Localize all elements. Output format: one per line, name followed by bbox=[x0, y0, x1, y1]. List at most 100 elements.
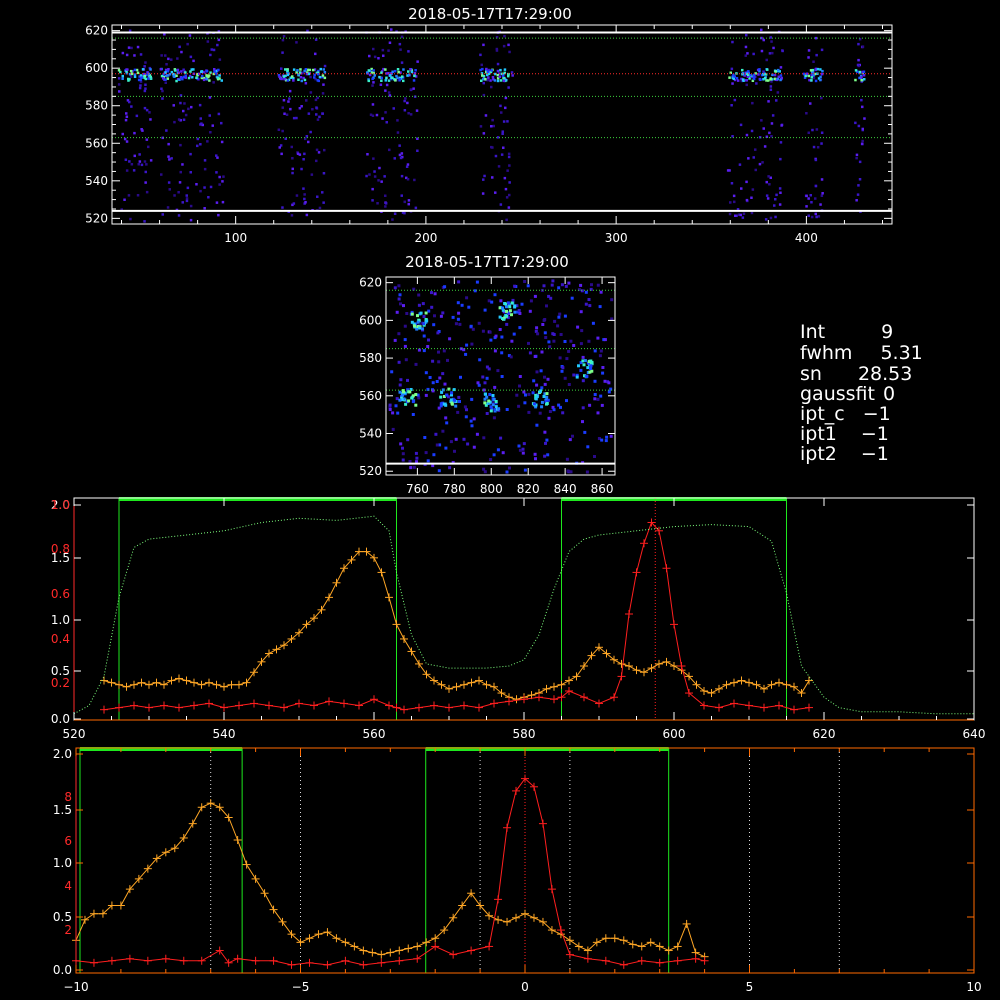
heat-pixel-hot bbox=[585, 374, 589, 378]
heat-pixel bbox=[739, 123, 743, 127]
heat-pixel bbox=[740, 187, 743, 190]
heat-pixel bbox=[401, 458, 405, 462]
heat-pixel-hot bbox=[220, 79, 223, 82]
heat-pixel bbox=[145, 190, 149, 194]
heat-pixel bbox=[511, 298, 515, 302]
heat-pixel bbox=[460, 303, 464, 307]
heat-pixel-hot bbox=[483, 392, 487, 396]
heat-pixel bbox=[118, 90, 121, 93]
heat-pixel bbox=[501, 132, 504, 135]
heat-pixel bbox=[767, 100, 770, 103]
heat-pixel bbox=[318, 115, 321, 119]
heat-pixel-hot bbox=[419, 311, 423, 315]
heat-pixel bbox=[484, 114, 488, 117]
heat-pixel bbox=[812, 145, 816, 149]
heat-pixel bbox=[521, 447, 525, 451]
heat-pixel bbox=[281, 51, 284, 54]
heat-pixel bbox=[398, 42, 402, 46]
heat-pixel bbox=[143, 106, 147, 110]
heat-pixel bbox=[809, 194, 812, 197]
heat-pixel bbox=[745, 33, 748, 37]
heat-pixel-hot bbox=[411, 400, 415, 404]
heat-pixel-hot bbox=[735, 77, 739, 80]
heat-pixel bbox=[322, 172, 326, 175]
heat-pixel-hot bbox=[454, 404, 458, 408]
heat-pixel bbox=[210, 48, 213, 51]
heat-pixel-hot bbox=[373, 74, 376, 77]
heat-pixel-hot bbox=[141, 68, 145, 71]
y-tick-label: 600 bbox=[359, 313, 382, 327]
heat-pixel bbox=[482, 436, 486, 440]
heat-pixel bbox=[426, 345, 430, 348]
heat-pixel bbox=[458, 322, 462, 326]
heat-pixel bbox=[422, 349, 426, 353]
heat-pixel bbox=[217, 213, 220, 217]
heat-pixel-hot bbox=[575, 375, 579, 379]
y-tick-label: 620 bbox=[359, 276, 382, 290]
heat-pixel bbox=[508, 181, 511, 184]
heat-pixel bbox=[416, 60, 419, 63]
heat-pixel bbox=[417, 396, 421, 400]
info-ipt-c: ipt_c −1 bbox=[800, 403, 891, 425]
heat-pixel bbox=[453, 449, 456, 453]
heat-pixel bbox=[437, 469, 441, 473]
heat-pixel bbox=[775, 193, 778, 197]
heat-pixel-hot bbox=[819, 68, 822, 71]
heat-pixel bbox=[390, 28, 393, 31]
heat-pixel-hot bbox=[862, 70, 866, 73]
heat-pixel bbox=[406, 178, 410, 181]
heat-pixel bbox=[778, 187, 782, 190]
heat-pixel bbox=[167, 57, 170, 61]
heat-pixel bbox=[218, 58, 222, 61]
heat-pixel bbox=[372, 47, 375, 51]
heat-pixel-hot bbox=[172, 74, 175, 78]
heat-pixel bbox=[321, 112, 324, 115]
heat-pixel bbox=[315, 113, 318, 116]
heat-pixel-hot bbox=[489, 79, 492, 82]
heat-pixel bbox=[208, 96, 212, 99]
heat-pixel bbox=[280, 152, 283, 156]
heat-pixel bbox=[173, 194, 176, 197]
heat-pixel bbox=[302, 158, 305, 161]
heat-pixel bbox=[762, 38, 765, 42]
heat-pixel bbox=[520, 302, 524, 306]
heat-pixel bbox=[189, 204, 193, 208]
heat-pixel-hot bbox=[816, 67, 820, 71]
heat-pixel bbox=[483, 308, 487, 312]
y-tick-label: 600 bbox=[85, 61, 108, 75]
heat-pixel bbox=[861, 45, 865, 48]
heat-pixel bbox=[316, 195, 319, 198]
heat-pixel-hot bbox=[139, 74, 143, 77]
heat-pixel bbox=[505, 408, 509, 411]
heat-pixel bbox=[821, 192, 824, 195]
heat-pixel bbox=[532, 379, 536, 383]
heat-pixel bbox=[459, 375, 462, 379]
y-tick-label: 560 bbox=[85, 136, 108, 150]
heat-pixel bbox=[857, 42, 860, 46]
heat-pixel bbox=[548, 410, 552, 413]
heat-pixel bbox=[281, 38, 285, 42]
heat-pixel bbox=[560, 369, 564, 373]
heat-pixel bbox=[815, 128, 819, 131]
heat-pixel bbox=[819, 203, 822, 206]
heat-pixel bbox=[814, 36, 818, 40]
heat-pixel bbox=[522, 390, 526, 394]
heat-pixel bbox=[581, 355, 585, 359]
heat-pixel bbox=[535, 326, 539, 330]
heat-pixel bbox=[164, 81, 167, 84]
x-tick-label: 600 bbox=[663, 727, 686, 741]
heat-pixel-hot bbox=[140, 76, 143, 79]
heat-pixel bbox=[807, 56, 810, 59]
heat-pixel bbox=[505, 196, 509, 199]
heat-pixel bbox=[368, 54, 371, 58]
heat-pixel bbox=[408, 460, 412, 463]
x-tick-label: −5 bbox=[292, 980, 310, 994]
heat-pixel bbox=[298, 153, 302, 156]
heat-pixel bbox=[182, 109, 185, 113]
heat-pixel-hot bbox=[747, 70, 750, 73]
heat-pixel bbox=[413, 178, 416, 182]
heat-pixel bbox=[416, 149, 419, 152]
heat-pixel bbox=[579, 310, 583, 314]
heat-pixel bbox=[125, 169, 129, 172]
heat-pixel-hot bbox=[479, 68, 482, 72]
